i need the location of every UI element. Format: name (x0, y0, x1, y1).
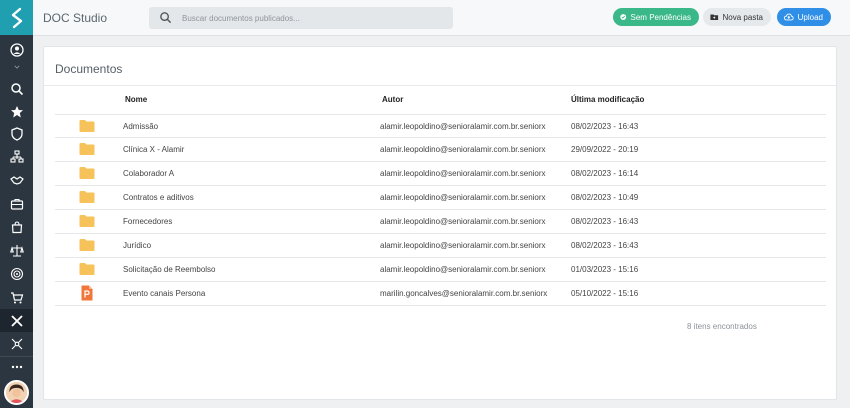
app-title: DOC Studio (43, 11, 108, 25)
row-name[interactable]: Clínica X - Alamir (123, 145, 184, 154)
rail-divider (0, 356, 33, 357)
row-author: marilin.goncalves@senioralamir.com.br.se… (380, 289, 548, 298)
network-icon[interactable] (0, 333, 33, 355)
upload-button[interactable]: Upload (777, 8, 831, 26)
row-modified: 08/02/2023 - 16:14 (571, 169, 639, 178)
row-author: alamir.leopoldino@senioralamir.com.br.se… (380, 193, 546, 202)
search-box[interactable] (149, 7, 453, 29)
page-title: Documentos (55, 62, 123, 76)
table-row[interactable]: Admissão alamir.leopoldino@senioralamir.… (55, 114, 826, 138)
top-bar: DOC Studio Sem Pendências Nova pasta Upl… (33, 0, 850, 36)
row-modified: 08/02/2023 - 10:49 (571, 193, 639, 202)
row-name[interactable]: Fornecedores (123, 217, 172, 226)
table-row[interactable]: Solicitação de Reembolso alamir.leopoldi… (55, 258, 826, 282)
avatar[interactable] (4, 380, 29, 405)
row-name[interactable]: Contratos e aditivos (123, 193, 194, 202)
search-icon[interactable] (0, 78, 33, 100)
shield-icon[interactable] (0, 123, 33, 145)
search-input[interactable] (182, 7, 442, 29)
star-icon[interactable] (0, 101, 33, 123)
row-name[interactable]: Solicitação de Reembolso (123, 265, 216, 274)
row-modified: 08/02/2023 - 16:43 (571, 122, 639, 131)
row-name[interactable]: Jurídico (123, 241, 151, 250)
row-modified: 01/03/2023 - 15:16 (571, 265, 639, 274)
title-divider (44, 85, 836, 86)
org-icon[interactable] (0, 146, 33, 168)
folder-icon (79, 143, 95, 155)
folder-icon (79, 215, 95, 227)
handshake-icon[interactable] (0, 169, 33, 191)
documents-card: Documentos Nome Autor Última modificação… (43, 46, 837, 400)
column-header-name[interactable]: Nome (125, 95, 147, 104)
chevron-icon[interactable] (0, 61, 33, 73)
upload-label: Upload (797, 12, 823, 22)
row-author: alamir.leopoldino@senioralamir.com.br.se… (380, 145, 546, 154)
powerpoint-icon (81, 285, 93, 301)
scale-icon[interactable] (0, 240, 33, 262)
briefcase-icon[interactable] (0, 193, 33, 215)
search-icon (160, 12, 172, 24)
row-modified: 08/02/2023 - 16:43 (571, 217, 639, 226)
folder-icon (79, 167, 95, 179)
x-icon[interactable] (0, 309, 33, 332)
row-author: alamir.leopoldino@senioralamir.com.br.se… (380, 265, 546, 274)
table-row[interactable]: Colaborador A alamir.leopoldino@senioral… (55, 162, 826, 186)
folder-icon (79, 263, 95, 275)
user-icon[interactable] (0, 39, 33, 61)
table-row[interactable]: Evento canais Persona marilin.goncalves@… (55, 282, 826, 306)
column-header-author[interactable]: Autor (382, 95, 403, 104)
cloud-upload-icon (784, 13, 794, 21)
row-author: alamir.leopoldino@senioralamir.com.br.se… (380, 122, 546, 131)
check-circle-icon (620, 14, 627, 20)
row-name[interactable]: Evento canais Persona (123, 289, 205, 298)
target-icon[interactable] (0, 263, 33, 285)
cart-icon[interactable] (0, 287, 33, 309)
row-modified: 29/09/2022 - 20:19 (571, 145, 639, 154)
row-author: alamir.leopoldino@senioralamir.com.br.se… (380, 169, 546, 178)
row-modified: 08/02/2023 - 16:43 (571, 241, 639, 250)
new-folder-label: Nova pasta (722, 12, 763, 22)
pending-label: Sem Pendências (630, 12, 691, 22)
column-header-modified[interactable]: Última modificação (571, 95, 644, 104)
new-folder-button[interactable]: Nova pasta (703, 8, 771, 26)
row-author: alamir.leopoldino@senioralamir.com.br.se… (380, 241, 546, 250)
table-row[interactable]: Fornecedores alamir.leopoldino@seniorala… (55, 210, 826, 234)
row-name[interactable]: Colaborador A (123, 169, 174, 178)
left-rail (0, 0, 33, 408)
row-name[interactable]: Admissão (123, 122, 158, 131)
row-author: alamir.leopoldino@senioralamir.com.br.se… (380, 217, 546, 226)
folder-icon (79, 191, 95, 203)
item-count: 8 itens encontrados (687, 322, 757, 331)
folder-icon (79, 120, 95, 132)
more-icon[interactable] (0, 358, 33, 376)
bag-icon[interactable] (0, 216, 33, 238)
table-row[interactable]: Contratos e aditivos alamir.leopoldino@s… (55, 186, 826, 210)
table-row[interactable]: Clínica X - Alamir alamir.leopoldino@sen… (55, 138, 826, 162)
logo-icon[interactable] (0, 0, 33, 35)
table-row[interactable]: Jurídico alamir.leopoldino@senioralamir.… (55, 234, 826, 258)
folder-icon (79, 239, 95, 251)
row-modified: 05/10/2022 - 15:16 (571, 289, 639, 298)
pending-button[interactable]: Sem Pendências (613, 8, 699, 26)
folder-plus-icon (710, 14, 719, 20)
